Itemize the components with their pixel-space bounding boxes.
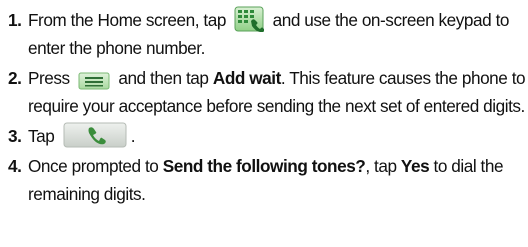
menu-key-icon <box>78 72 110 90</box>
step-number: 3. <box>8 126 22 146</box>
step-text: From the Home screen, tap <box>28 10 226 30</box>
step-bold-text: Send the following tones? <box>162 156 366 176</box>
instruction-list: 1. From the Home screen, tap and use the… <box>0 0 528 208</box>
step-2: 2. Press and then tap Add wait. This fea… <box>0 64 528 120</box>
step-number: 2. <box>8 68 22 88</box>
step-4: 4. Once prompted to Send the following t… <box>0 152 528 208</box>
step-number: 4. <box>8 156 22 176</box>
step-text: Once prompted to <box>28 156 159 176</box>
step-text: Tap <box>28 126 55 146</box>
step-number: 1. <box>8 10 22 30</box>
step-text: and then tap <box>118 68 209 88</box>
phone-app-icon <box>234 6 265 32</box>
step-text: . <box>130 126 136 146</box>
call-button-icon <box>63 122 127 148</box>
step-text: , tap <box>365 156 397 176</box>
step-bold-text: Add wait <box>212 68 281 88</box>
step-text: Press <box>28 68 70 88</box>
step-1: 1. From the Home screen, tap and use the… <box>0 6 528 62</box>
step-bold-text: Yes <box>400 156 430 176</box>
step-3: 3. Tap . <box>0 122 528 150</box>
